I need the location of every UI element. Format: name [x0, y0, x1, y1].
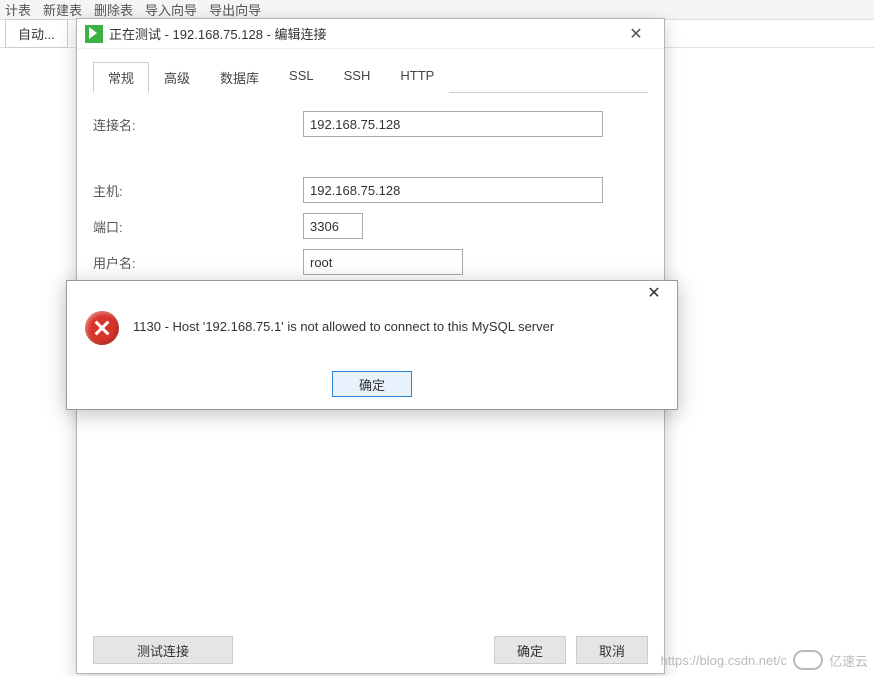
input-port[interactable] [303, 213, 363, 239]
error-dialog-body: 1130 - Host '192.168.75.1' is not allowe… [67, 305, 677, 367]
error-ok-button[interactable]: 确定 [332, 371, 412, 397]
toolbar-item[interactable]: 导出向导 [209, 0, 261, 19]
tab-database[interactable]: 数据库 [205, 62, 274, 93]
dialog-title: 正在测试 - 192.168.75.128 - 编辑连接 [109, 24, 616, 43]
label-host: 主机: [93, 181, 303, 200]
background-toolbar: 计表 新建表 删除表 导入向导 导出向导 [0, 0, 874, 20]
row-username: 用户名: [93, 249, 648, 275]
dialog-footer: 测试连接 确定 取消 [77, 633, 664, 673]
watermark: https://blog.csdn.net/c 亿速云 [661, 650, 868, 670]
label-connection-name: 连接名: [93, 115, 303, 134]
tab-general[interactable]: 常规 [93, 62, 149, 93]
tab-ssh[interactable]: SSH [329, 62, 386, 93]
error-dialog-footer: 确定 [67, 367, 677, 409]
error-message-text: 1130 - Host '192.168.75.1' is not allowe… [133, 311, 554, 334]
tab-ssl[interactable]: SSL [274, 62, 329, 93]
tab-advanced[interactable]: 高级 [149, 62, 205, 93]
ok-button[interactable]: 确定 [494, 636, 566, 664]
test-connection-button[interactable]: 测试连接 [93, 636, 233, 664]
toolbar-item[interactable]: 导入向导 [145, 0, 197, 19]
cloud-icon [793, 650, 823, 670]
tab-strip: 常规 高级 数据库 SSL SSH HTTP [93, 61, 648, 93]
tab-http[interactable]: HTTP [385, 62, 449, 93]
toolbar-item[interactable]: 新建表 [43, 0, 82, 19]
input-connection-name[interactable] [303, 111, 603, 137]
input-username[interactable] [303, 249, 463, 275]
cancel-button[interactable]: 取消 [576, 636, 648, 664]
error-dialog-titlebar: ✕ [67, 281, 677, 305]
watermark-brand: 亿速云 [829, 651, 868, 670]
row-host: 主机: [93, 177, 648, 203]
toolbar-item[interactable]: 删除表 [94, 0, 133, 19]
watermark-url: https://blog.csdn.net/c [661, 653, 787, 668]
toolbar-item: 计表 [5, 0, 31, 19]
label-port: 端口: [93, 217, 303, 236]
label-username: 用户名: [93, 253, 303, 272]
error-icon [85, 311, 119, 345]
bg-tab[interactable]: 自动... [5, 19, 68, 48]
app-icon [85, 25, 103, 43]
close-icon[interactable]: ✕ [616, 20, 656, 48]
row-connection-name: 连接名: [93, 111, 648, 137]
dialog-titlebar[interactable]: 正在测试 - 192.168.75.128 - 编辑连接 ✕ [77, 19, 664, 49]
row-port: 端口: [93, 213, 648, 239]
input-host[interactable] [303, 177, 603, 203]
error-dialog: ✕ 1130 - Host '192.168.75.1' is not allo… [66, 280, 678, 410]
close-icon[interactable]: ✕ [637, 282, 671, 304]
